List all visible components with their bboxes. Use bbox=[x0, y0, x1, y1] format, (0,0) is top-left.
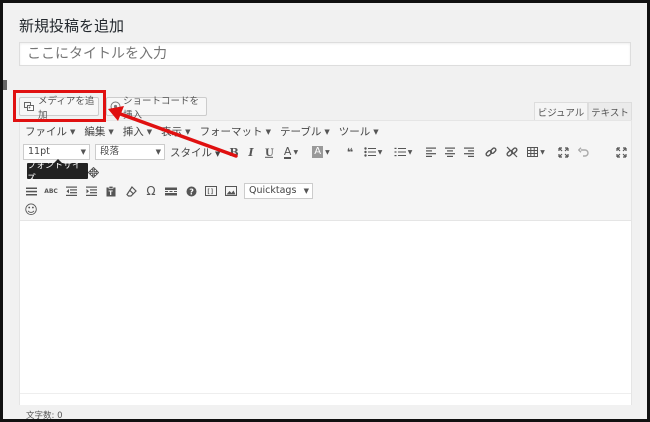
chevron-down-icon: ▼ bbox=[70, 127, 76, 136]
emoji-icon[interactable]: ☺ bbox=[23, 202, 39, 218]
insert-shortcode-button[interactable]: ショートコードを挿入 bbox=[106, 96, 207, 121]
tab-text[interactable]: テキスト bbox=[588, 102, 632, 121]
svg-text:?: ? bbox=[189, 187, 194, 196]
menu-format-label: フォーマット bbox=[199, 126, 263, 138]
align-right-icon[interactable] bbox=[461, 144, 477, 160]
blockquote-icon[interactable]: ❝ bbox=[342, 144, 358, 160]
bullet-list-icon[interactable]: ▼ bbox=[362, 144, 384, 160]
align-center-icon[interactable] bbox=[442, 144, 458, 160]
shortcode-block-icon[interactable]: [] bbox=[203, 183, 219, 199]
svg-text:[]: [] bbox=[207, 189, 214, 196]
style-label: スタイル bbox=[170, 147, 212, 159]
paragraph-value: 段落 bbox=[100, 146, 120, 157]
menu-format[interactable]: フォーマット ▼ bbox=[200, 124, 271, 139]
chevron-down-icon: ▼ bbox=[303, 187, 309, 195]
menu-edit[interactable]: 編集 ▼ bbox=[84, 124, 113, 139]
media-icon bbox=[24, 101, 35, 112]
chevron-down-icon: ▼ bbox=[80, 148, 86, 156]
toolbar-row-2: ABC T Ω ? [] Quicktags ▼ bbox=[23, 183, 423, 201]
chevron-down-icon: ▼ bbox=[373, 127, 379, 136]
menu-table-label: テーブル bbox=[279, 126, 322, 138]
text-color-icon[interactable]: A ▼ bbox=[280, 144, 302, 160]
menu-tools-label: ツール bbox=[338, 126, 371, 138]
insert-shortcode-label: ショートコードを挿入 bbox=[123, 95, 200, 121]
link-icon[interactable] bbox=[483, 144, 499, 160]
font-size-value: 11pt bbox=[28, 146, 50, 157]
menu-view[interactable]: 表示 ▼ bbox=[161, 124, 190, 139]
menu-table[interactable]: テーブル ▼ bbox=[280, 124, 330, 139]
chevron-down-icon: ▼ bbox=[108, 127, 114, 136]
italic-icon[interactable]: I bbox=[243, 144, 259, 160]
clear-format-icon[interactable] bbox=[123, 183, 139, 199]
chevron-down-icon: ▼ bbox=[146, 127, 153, 136]
editor-menubar: ファイル ▼ 編集 ▼ 挿入 ▼ 表示 ▼ フォーマット ▼ テーブル ▼ ツール ▼ bbox=[25, 124, 388, 139]
bg-color-glyph: A bbox=[312, 146, 324, 158]
post-title-input[interactable] bbox=[19, 42, 631, 66]
menu-insert[interactable]: 挿入 ▼ bbox=[123, 124, 152, 139]
toolbar-row-1: 11pt ▼ 段落 ▼ スタイル ▼ B I U A ▼ A ▼ ❝ ▼ ▼ ▼ bbox=[23, 144, 629, 162]
spellcheck-icon[interactable]: ABC bbox=[43, 183, 59, 199]
paragraph-select[interactable]: 段落 ▼ bbox=[95, 144, 165, 160]
shortcode-icon bbox=[110, 101, 121, 112]
menu-edit-label: 編集 bbox=[84, 126, 106, 138]
style-menu[interactable]: スタイル ▼ bbox=[170, 145, 220, 160]
menu-tools[interactable]: ツール ▼ bbox=[339, 124, 379, 139]
outdent-icon[interactable] bbox=[63, 183, 79, 199]
font-size-tooltip: フォントサイズ bbox=[27, 159, 88, 184]
editor: ファイル ▼ 編集 ▼ 挿入 ▼ 表示 ▼ フォーマット ▼ テーブル ▼ ツール ▼ 11p… bbox=[19, 120, 632, 405]
quicktags-value: Quicktags bbox=[249, 185, 297, 196]
help-icon[interactable]: ? bbox=[183, 183, 199, 199]
editor-status-bar bbox=[20, 393, 631, 405]
image-icon[interactable] bbox=[223, 183, 239, 199]
fullscreen-icon[interactable] bbox=[555, 144, 571, 160]
background-color-icon[interactable]: A ▼ bbox=[310, 144, 332, 160]
chevron-down-icon: ▼ bbox=[185, 127, 191, 136]
add-media-button[interactable]: メディアを追加 bbox=[19, 96, 99, 121]
indent-icon[interactable] bbox=[83, 183, 99, 199]
menu-insert-label: 挿入 bbox=[122, 126, 144, 138]
paste-text-icon[interactable]: T bbox=[103, 183, 119, 199]
align-left-icon[interactable] bbox=[423, 144, 439, 160]
toolbar-row-3: ☺ bbox=[23, 202, 43, 218]
menu-view-label: 表示 bbox=[161, 126, 183, 138]
editor-content-area[interactable] bbox=[20, 221, 631, 393]
chevron-down-icon: ▼ bbox=[155, 148, 161, 156]
svg-text:U: U bbox=[265, 148, 274, 158]
menu-file-label: ファイル bbox=[25, 126, 67, 138]
undo-icon[interactable] bbox=[575, 144, 591, 160]
unlink-icon[interactable] bbox=[504, 144, 520, 160]
add-media-label: メディアを追加 bbox=[38, 95, 95, 121]
more-tag-icon[interactable] bbox=[163, 183, 179, 199]
expand-icon[interactable] bbox=[613, 144, 629, 160]
editor-toolbar: ファイル ▼ 編集 ▼ 挿入 ▼ 表示 ▼ フォーマット ▼ テーブル ▼ ツール ▼ 11p… bbox=[20, 121, 631, 221]
tab-visual[interactable]: ビジュアル bbox=[534, 102, 588, 121]
chevron-down-icon: ▼ bbox=[265, 127, 271, 136]
page-title: 新規投稿を追加 bbox=[19, 17, 125, 35]
special-char-icon[interactable]: Ω bbox=[143, 183, 159, 199]
quicktags-select[interactable]: Quicktags ▼ bbox=[244, 183, 313, 199]
chevron-down-icon: ▼ bbox=[324, 127, 330, 136]
horizontal-rule-icon[interactable] bbox=[23, 183, 39, 199]
table-icon[interactable]: ▼ bbox=[525, 144, 547, 160]
numbered-list-icon[interactable]: ▼ bbox=[392, 144, 414, 160]
bold-icon[interactable]: B bbox=[226, 144, 242, 160]
strikethrough-icon[interactable]: U bbox=[261, 144, 277, 160]
text-color-glyph: A bbox=[283, 144, 292, 159]
word-count: 文字数: 0 bbox=[26, 411, 63, 421]
screen-edge-marker bbox=[3, 80, 7, 90]
chevron-down-icon: ▼ bbox=[215, 150, 221, 158]
menu-file[interactable]: ファイル ▼ bbox=[25, 124, 75, 139]
